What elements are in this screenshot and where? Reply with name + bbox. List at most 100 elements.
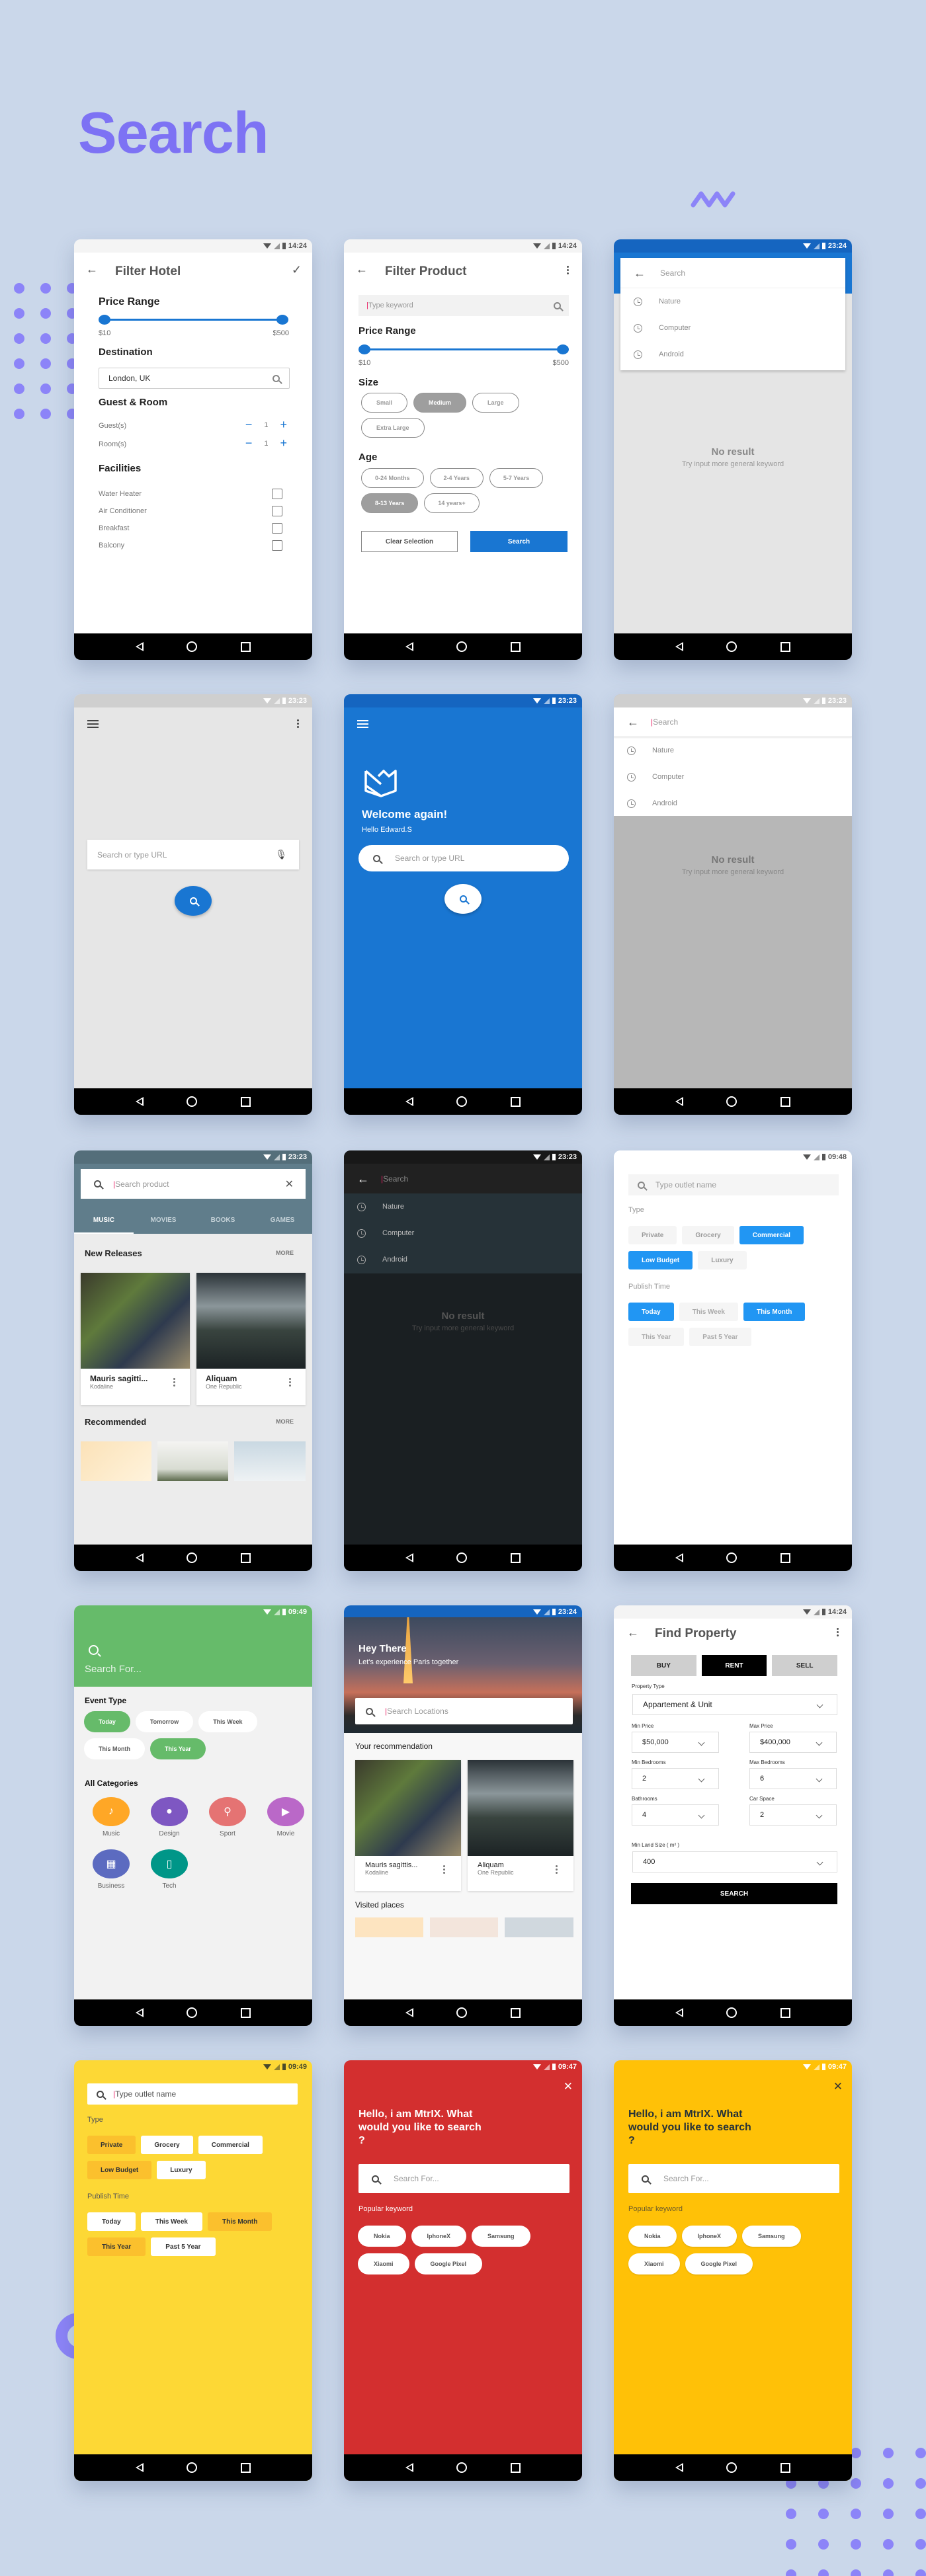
nav-home-icon[interactable] (187, 2462, 198, 2473)
slider-max-handle[interactable] (276, 315, 288, 325)
nav-back-icon[interactable] (135, 1097, 144, 1106)
filter-chip[interactable]: 14 years+ (424, 493, 480, 513)
max-price-select[interactable]: $400,000 (749, 1732, 837, 1753)
slider-min-handle[interactable] (99, 315, 110, 325)
property-type-select[interactable]: Appartement & Unit (632, 1694, 837, 1715)
filter-chip[interactable]: This Month (208, 2212, 273, 2231)
filter-chip[interactable]: Commercial (198, 2136, 263, 2154)
nav-recents-icon[interactable] (780, 1552, 791, 1563)
tab-music[interactable]: MUSIC (74, 1207, 134, 1234)
back-arrow-icon[interactable]: ← (634, 267, 646, 279)
category-item[interactable]: ▯ Tech (140, 1849, 198, 1890)
menu-icon[interactable] (87, 720, 99, 728)
nav-home-icon[interactable] (187, 1552, 198, 1563)
checkbox[interactable] (272, 489, 282, 499)
nav-recents-icon[interactable] (241, 1096, 251, 1107)
album-card[interactable]: Aliquam One Republic (196, 1273, 306, 1405)
filter-chip[interactable]: Private (628, 1226, 677, 1244)
nav-recents-icon[interactable] (511, 1096, 521, 1107)
mode-rent-button[interactable]: RENT (701, 1655, 767, 1676)
filter-chip[interactable]: This Year (150, 1738, 206, 1759)
history-item[interactable]: Computer (614, 764, 852, 790)
place-card[interactable]: Mauris sagittis... Kodaline (355, 1760, 461, 1891)
filter-chip[interactable]: Commercial (739, 1226, 804, 1244)
url-search-input[interactable]: Search or type URL (358, 845, 569, 871)
clear-selection-button[interactable]: Clear Selection (361, 531, 458, 552)
place-card[interactable]: Aliquam One Republic (468, 1760, 573, 1891)
max-bedrooms-select[interactable]: 6 (749, 1768, 837, 1789)
guests-stepper[interactable]: − 1 + (245, 418, 287, 432)
mode-sell-button[interactable]: SELL (772, 1655, 838, 1676)
nav-home-icon[interactable] (726, 2007, 737, 2018)
visited-thumb[interactable] (355, 1917, 423, 1937)
mode-buy-button[interactable]: BUY (631, 1655, 696, 1676)
recommended-thumb[interactable] (157, 1441, 228, 1481)
filter-chip[interactable]: This Week (198, 1711, 257, 1732)
filter-chip[interactable]: Luxury (157, 2161, 206, 2179)
more-vert-icon[interactable] (443, 1865, 445, 1874)
category-item[interactable]: ♪ Music (82, 1797, 140, 1837)
nav-back-icon[interactable] (675, 1553, 683, 1562)
checkbox[interactable] (272, 540, 282, 551)
slider-max-handle[interactable] (557, 344, 569, 354)
filter-chip[interactable]: Grocery (682, 1226, 734, 1244)
more-link[interactable]: MORE (276, 1250, 294, 1256)
url-search-input[interactable]: Search or type URL 🎙 (87, 840, 299, 869)
more-vert-icon[interactable] (297, 719, 299, 728)
nav-recents-icon[interactable] (241, 1552, 251, 1563)
more-vert-icon[interactable] (567, 266, 569, 274)
more-vert-icon[interactable] (173, 1378, 175, 1387)
nav-home-icon[interactable] (187, 2007, 198, 2018)
nav-recents-icon[interactable] (241, 2462, 251, 2473)
land-size-select[interactable]: 400 (632, 1851, 837, 1872)
filter-chip[interactable]: 0-24 Months (361, 468, 424, 488)
microphone-icon[interactable]: 🎙 (275, 849, 287, 860)
min-price-select[interactable]: $50,000 (632, 1732, 719, 1753)
nav-back-icon[interactable] (405, 2008, 413, 2017)
filter-chip[interactable]: Samsung (742, 2226, 801, 2247)
recommended-thumb[interactable] (234, 1441, 306, 1481)
back-arrow-icon[interactable]: ← (86, 263, 98, 275)
category-item[interactable]: ▦ Business (82, 1849, 140, 1890)
category-item[interactable]: ● Design (140, 1797, 198, 1837)
min-bedrooms-select[interactable]: 2 (632, 1768, 719, 1789)
nav-back-icon[interactable] (405, 642, 413, 651)
category-item[interactable]: ⚲ Sport (198, 1797, 257, 1837)
back-arrow-icon[interactable]: ← (357, 1173, 369, 1185)
filter-chip[interactable]: Luxury (698, 1251, 747, 1269)
search-fab[interactable] (175, 886, 212, 916)
rooms-stepper[interactable]: − 1 + (245, 436, 287, 450)
outlet-search-input[interactable]: |Type outlet name (87, 2083, 298, 2105)
nav-recents-icon[interactable] (511, 641, 521, 652)
back-arrow-icon[interactable]: ← (627, 1627, 639, 1638)
filter-chip[interactable]: Large (472, 393, 519, 413)
filter-chip[interactable]: Grocery (141, 2136, 193, 2154)
nav-home-icon[interactable] (456, 2007, 468, 2018)
nav-home-icon[interactable] (726, 2462, 737, 2473)
close-icon[interactable]: ✕ (833, 2080, 843, 2093)
facility-item[interactable]: Air Conditioner (99, 503, 282, 520)
nav-back-icon[interactable] (405, 1553, 413, 1562)
filter-chip[interactable]: IphoneX (411, 2226, 467, 2247)
search-button[interactable]: Search (470, 531, 568, 552)
location-search-input[interactable]: |Search Locations (355, 1698, 573, 1724)
nav-home-icon[interactable] (456, 641, 468, 652)
check-icon[interactable]: ✓ (292, 263, 302, 277)
nav-back-icon[interactable] (135, 2463, 144, 2472)
history-item[interactable]: Computer (344, 1220, 582, 1246)
nav-recents-icon[interactable] (511, 2462, 521, 2473)
filter-chip[interactable]: Small (361, 393, 408, 413)
facility-item[interactable]: Breakfast (99, 520, 282, 537)
filter-chip[interactable]: This Week (679, 1303, 738, 1321)
filter-chip[interactable]: Medium (413, 393, 467, 413)
filter-chip[interactable]: 8-13 Years (361, 493, 419, 513)
nav-back-icon[interactable] (405, 1097, 413, 1106)
more-vert-icon[interactable] (556, 1865, 558, 1874)
clear-icon[interactable]: ✕ (285, 1178, 294, 1191)
back-arrow-icon[interactable]: ← (356, 263, 368, 275)
history-item[interactable]: Nature (620, 288, 845, 315)
album-card[interactable]: Mauris sagitti... Kodaline (81, 1273, 190, 1405)
facility-item[interactable]: Balcony (99, 537, 282, 554)
filter-chip[interactable]: This Week (140, 2212, 202, 2231)
plus-icon[interactable]: + (280, 436, 287, 450)
